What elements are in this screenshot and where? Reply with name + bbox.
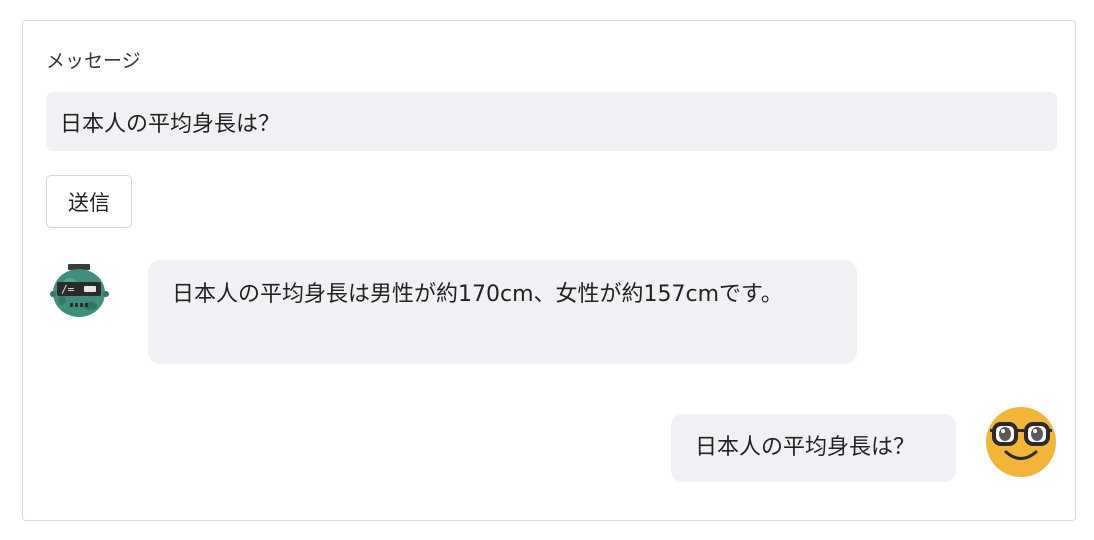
user-message-text: 日本人の平均身長は？ xyxy=(695,435,916,460)
chat-panel: メッセージ 送信 /= 日本人の平均身長は男性が約170cm、女性が約157cm… xyxy=(22,20,1076,521)
message-label: メッセージ xyxy=(46,50,141,72)
nerd-face-avatar-icon xyxy=(986,407,1056,477)
send-button[interactable]: 送信 xyxy=(46,175,132,228)
assistant-message-text: 日本人の平均身長は男性が約170cm、女性が約157cmです。 xyxy=(172,282,783,307)
assistant-message-bubble: 日本人の平均身長は男性が約170cm、女性が約157cmです。 xyxy=(148,260,857,364)
message-input[interactable] xyxy=(46,92,1057,151)
user-message-bubble: 日本人の平均身長は？ xyxy=(671,414,956,482)
robot-avatar-icon: /= xyxy=(48,260,118,330)
svg-text:/=: /= xyxy=(61,283,75,296)
